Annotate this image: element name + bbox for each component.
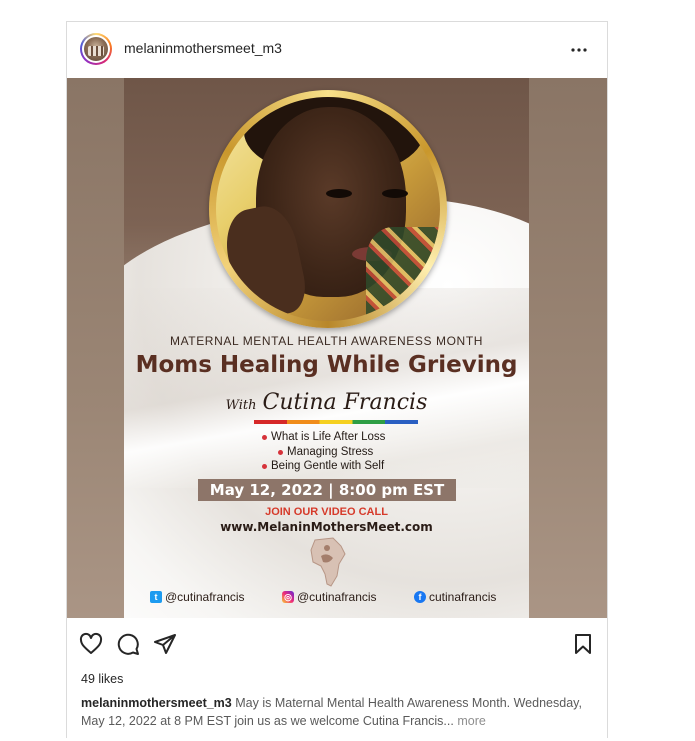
rainbow-divider xyxy=(254,420,418,424)
africa-mother-logo xyxy=(310,537,346,587)
comment-icon[interactable] xyxy=(116,632,140,656)
speaker-portrait xyxy=(216,97,440,321)
poster-headline: Moms Healing While Grieving xyxy=(135,352,518,378)
share-icon[interactable] xyxy=(153,632,177,656)
topic-item: Being Gentle with Self xyxy=(262,459,385,474)
post-username[interactable]: melaninmothersmeet_m3 xyxy=(124,40,282,56)
post-media[interactable]: MATERNAL MENTAL HEALTH AWARENESS MONTH M… xyxy=(67,78,607,618)
twitter-icon: t xyxy=(150,591,162,603)
profile-avatar[interactable] xyxy=(80,33,112,65)
caption-username[interactable]: melaninmothersmeet_m3 xyxy=(81,696,232,710)
with-prefix: With xyxy=(225,398,257,413)
social-handles: t @cutinafrancis ◎ @cutinafrancis f cuti… xyxy=(124,590,529,612)
caption-more-link[interactable]: more xyxy=(457,714,485,728)
ellipsis-icon[interactable] xyxy=(567,38,591,62)
join-call-text: JOIN OUR VIDEO CALL xyxy=(265,506,388,518)
poster-kicker: MATERNAL MENTAL HEALTH AWARENESS MONTH xyxy=(169,334,484,348)
post-header: melaninmothersmeet_m3 xyxy=(67,22,607,77)
post-caption: melaninmothersmeet_m3 May is Maternal Me… xyxy=(81,694,593,730)
topic-item: Managing Stress xyxy=(278,445,385,460)
instagram-handle-text: @cutinafrancis xyxy=(297,590,377,604)
event-date-time: May 12, 2022 | 8:00 pm EST xyxy=(198,479,456,501)
facebook-handle-text: cutinafrancis xyxy=(429,590,497,604)
post-actions xyxy=(67,620,607,670)
avatar-image xyxy=(84,37,108,61)
twitter-handle: t @cutinafrancis xyxy=(150,590,245,604)
instagram-post: melaninmothersmeet_m3 MATERNAL MENTAL HE… xyxy=(66,21,608,738)
facebook-icon: f xyxy=(414,591,426,603)
likes-count[interactable]: 49 likes xyxy=(81,672,123,686)
speaker-line: With Cutina Francis xyxy=(124,390,529,415)
twitter-handle-text: @cutinafrancis xyxy=(165,590,245,604)
topic-item: What is Life After Loss xyxy=(262,430,385,445)
topic-list: What is Life After Loss Managing Stress … xyxy=(262,430,385,474)
event-poster: MATERNAL MENTAL HEALTH AWARENESS MONTH M… xyxy=(124,78,529,618)
speaker-portrait-frame xyxy=(209,90,447,328)
website-url: www.MelaninMothersMeet.com xyxy=(220,520,433,534)
speaker-name: Cutina Francis xyxy=(262,390,428,415)
instagram-handle: ◎ @cutinafrancis xyxy=(282,590,377,604)
heart-icon[interactable] xyxy=(79,632,103,656)
instagram-icon: ◎ xyxy=(282,591,294,603)
bookmark-icon[interactable] xyxy=(571,632,595,656)
facebook-handle: f cutinafrancis xyxy=(414,590,496,604)
